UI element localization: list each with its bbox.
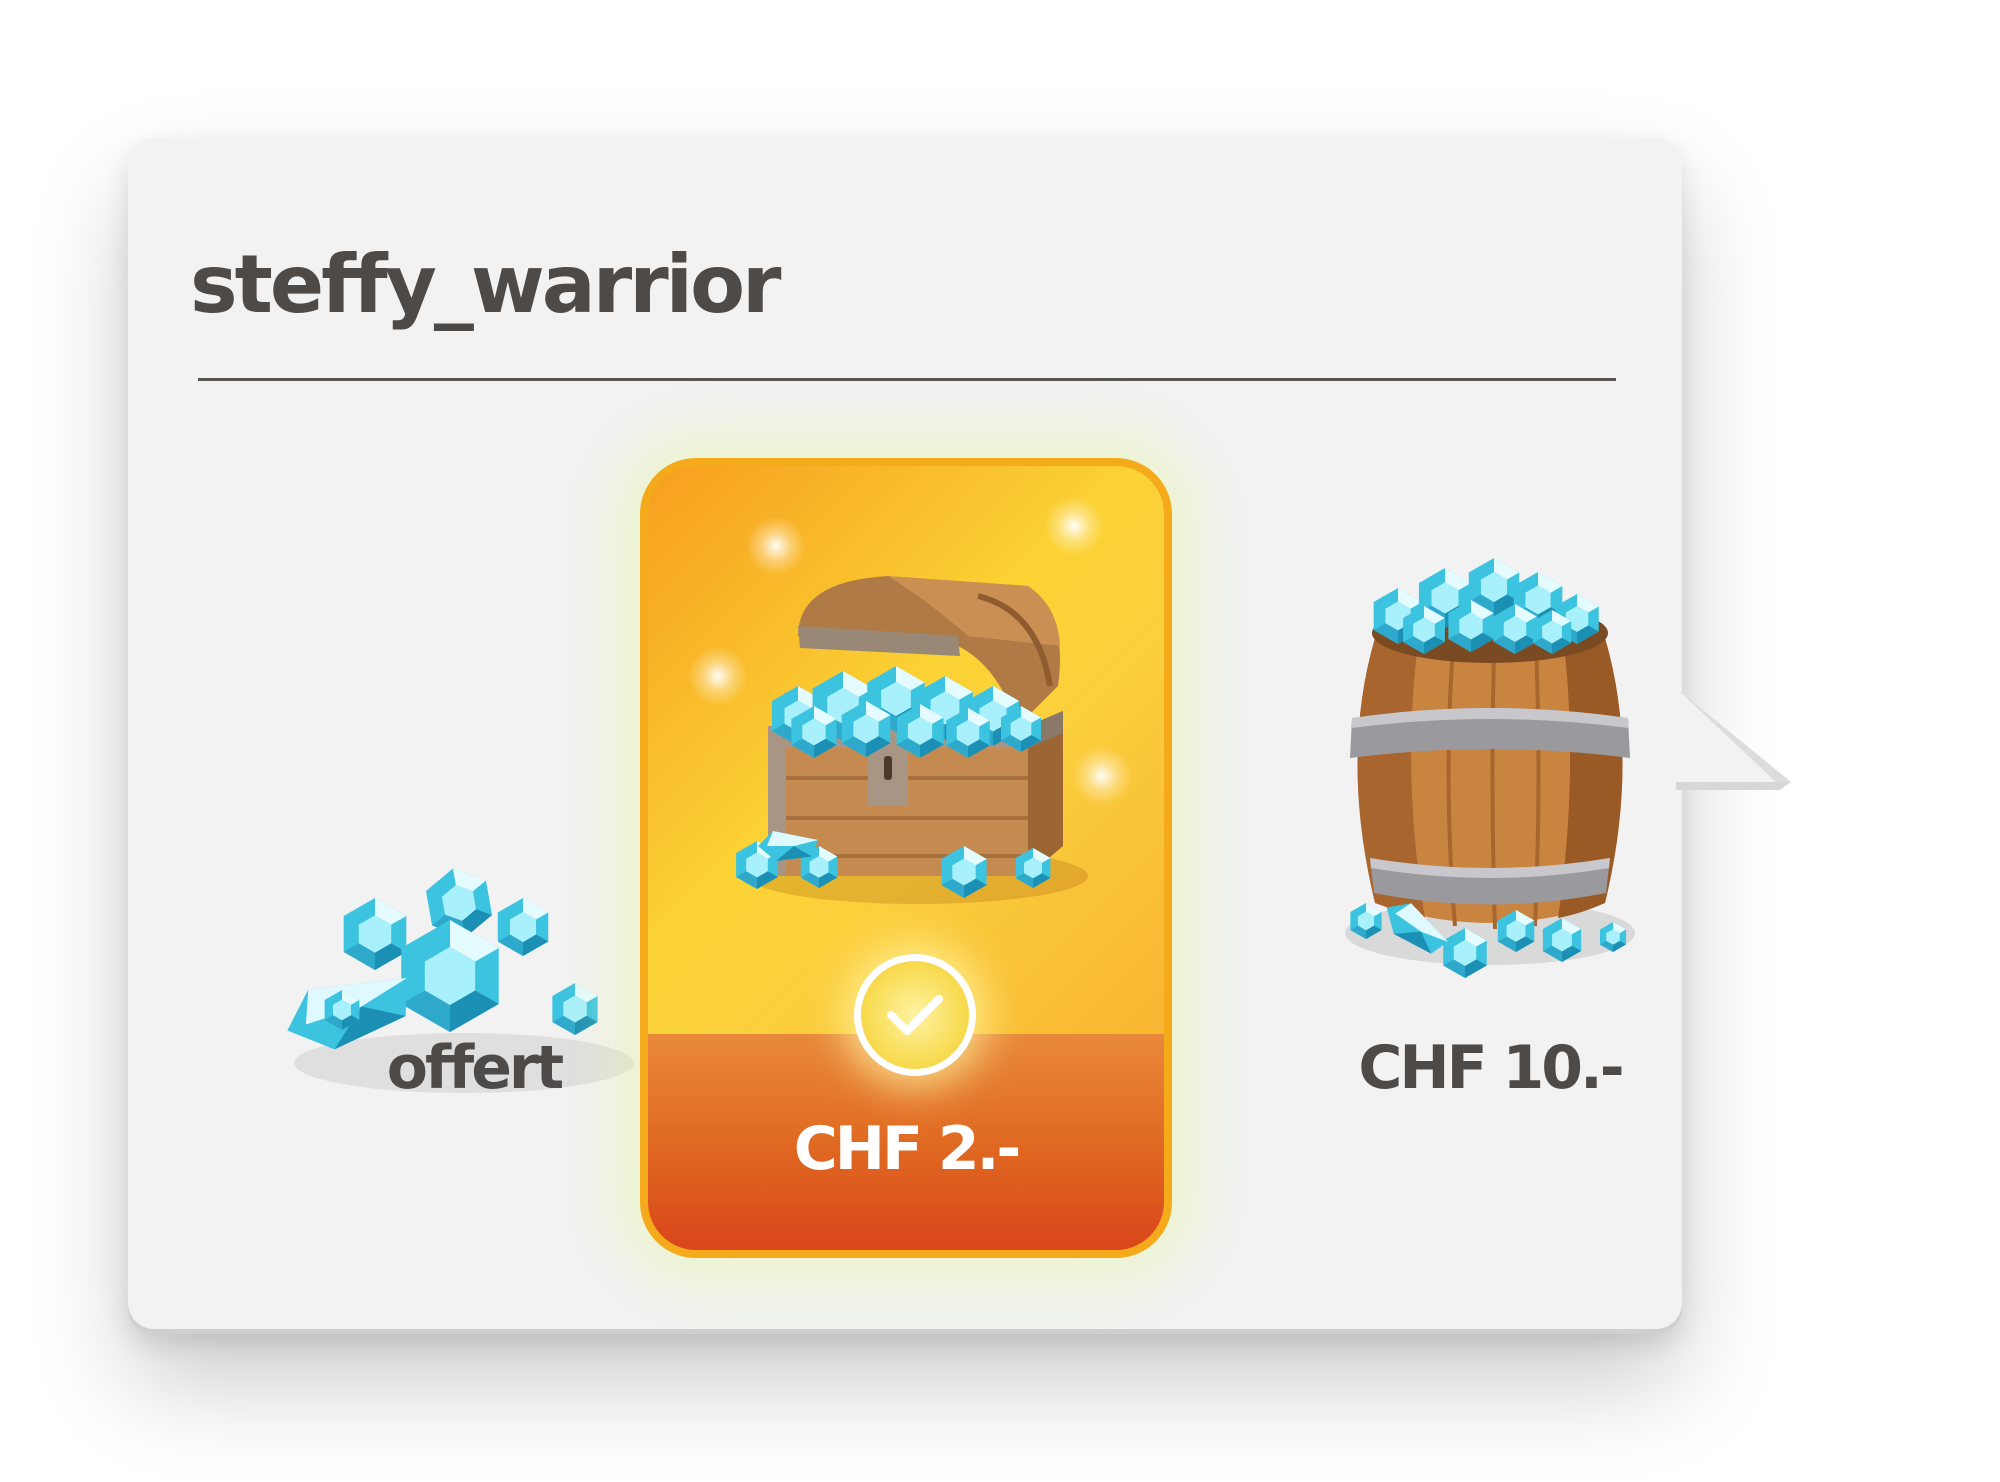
- offer-chf-10-label: CHF 10.-: [1358, 1033, 1624, 1103]
- offer-chf-2-selected[interactable]: CHF 2.-: [640, 458, 1172, 1258]
- popover-pointer: [1676, 688, 1791, 790]
- sparkle: [746, 516, 806, 576]
- gem-barrel-icon: [1345, 558, 1635, 978]
- sparkle: [1044, 496, 1104, 556]
- selected-check-icon: [854, 954, 976, 1076]
- username-heading: steffy_warrior: [190, 238, 782, 331]
- offer-chf-10[interactable]: CHF 10.-: [1240, 458, 1740, 1258]
- user-gift-panel: steffy_warrior offert CHF 2.- CHF 10.-: [128, 138, 1682, 1334]
- offer-chf-2-label: CHF 2.-: [793, 1114, 1022, 1184]
- header-divider: [198, 378, 1616, 381]
- treasure-chest-icon: [736, 576, 1088, 904]
